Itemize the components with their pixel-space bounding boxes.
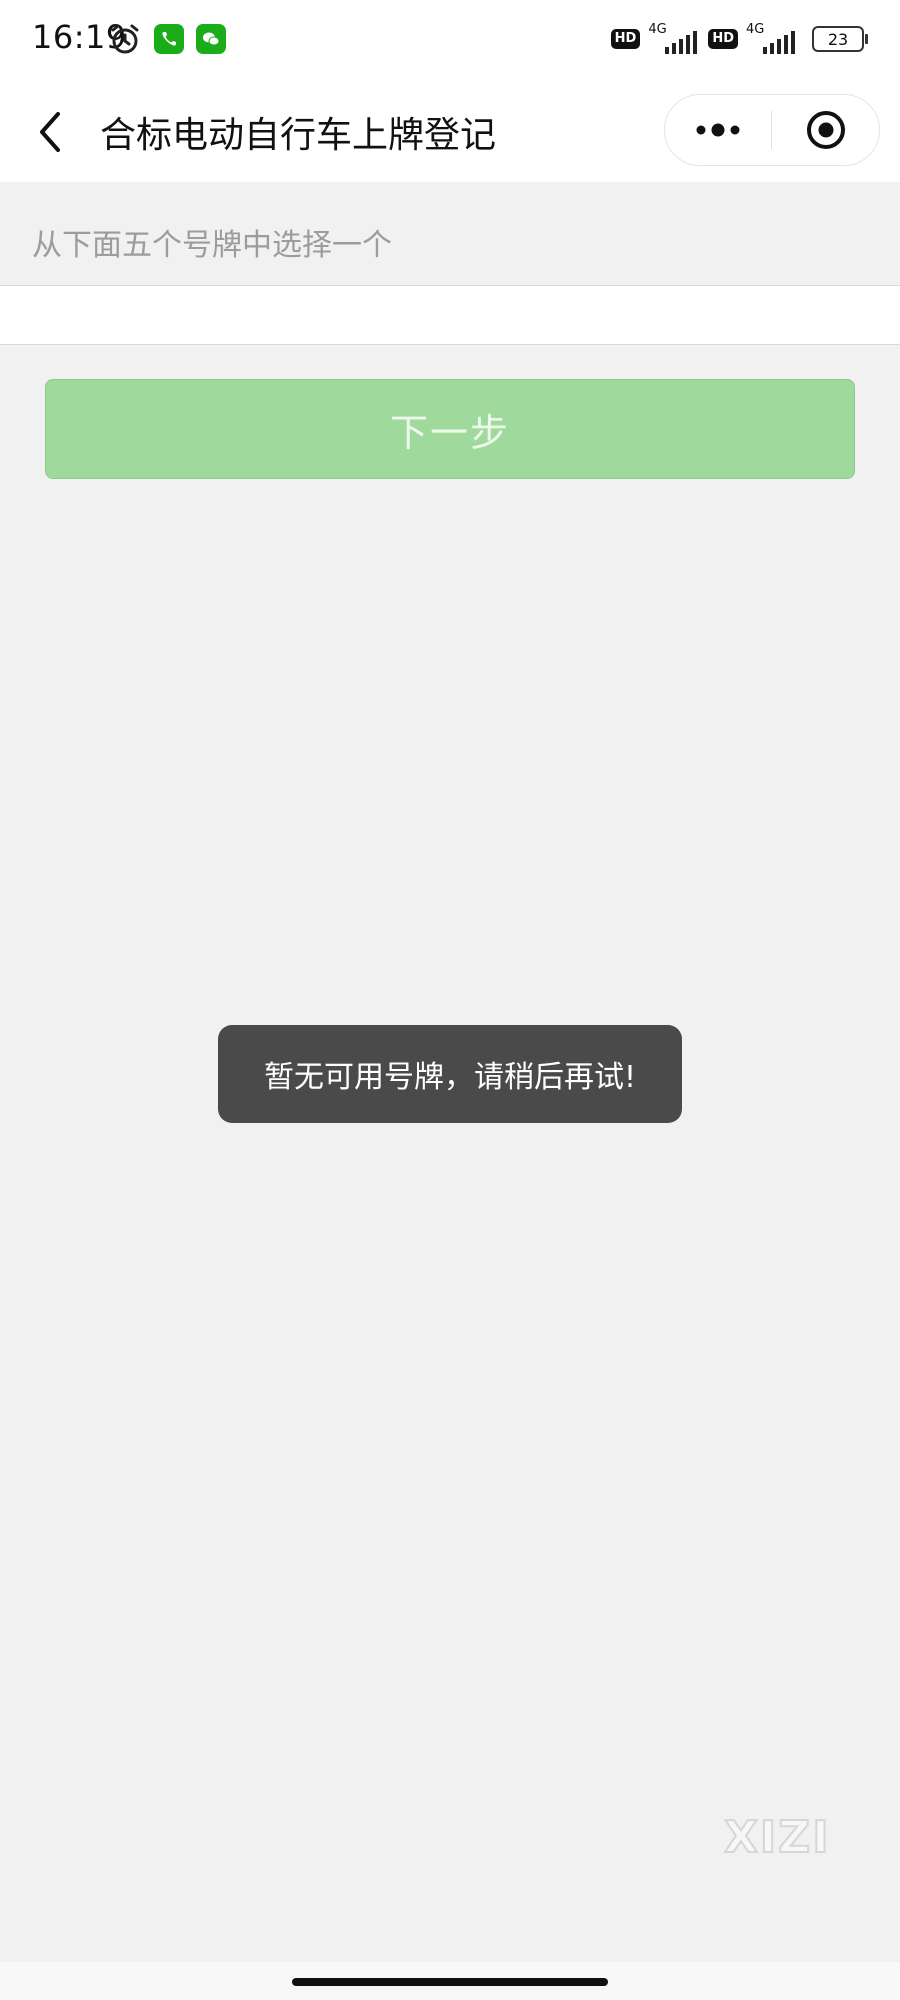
battery-level: 23 <box>827 29 849 49</box>
plate-option-list <box>0 285 900 345</box>
back-button[interactable] <box>30 104 70 160</box>
section-label: 从下面五个号牌中选择一个 <box>32 228 392 263</box>
next-step-button[interactable]: 下一步 <box>45 379 855 479</box>
hd-badge-2: HD <box>708 29 738 49</box>
signal-strength-icon-2: 4G <box>746 22 798 54</box>
toast-message: 暂无可用号牌，请稍后再试! <box>218 1025 682 1123</box>
more-button[interactable] <box>665 95 771 165</box>
status-bar: 16:19 HD 4G HD 4G 23 <box>0 0 900 80</box>
watermark-logo: XIZI <box>723 1811 831 1864</box>
alarm-clock-icon <box>108 22 142 56</box>
phone-icon <box>154 24 184 54</box>
wechat-icon <box>196 24 226 54</box>
navigation-bar: 合标电动自行车上牌登记 <box>0 80 900 182</box>
close-miniprogram-button[interactable] <box>772 95 879 165</box>
more-dots-icon <box>696 123 740 137</box>
hd-badge: HD <box>610 29 641 49</box>
signal-strength-icon: 4G <box>648 22 700 54</box>
chevron-left-icon <box>40 112 60 152</box>
status-system-icons: HD 4G HD 4G 23 <box>610 22 868 54</box>
miniprogram-capsule <box>664 94 880 166</box>
home-indicator[interactable] <box>292 1978 608 1986</box>
status-notification-icons <box>108 22 226 56</box>
page-title: 合标电动自行车上牌登记 <box>100 115 497 156</box>
target-close-icon <box>806 111 845 149</box>
battery-icon: 23 <box>812 26 868 52</box>
